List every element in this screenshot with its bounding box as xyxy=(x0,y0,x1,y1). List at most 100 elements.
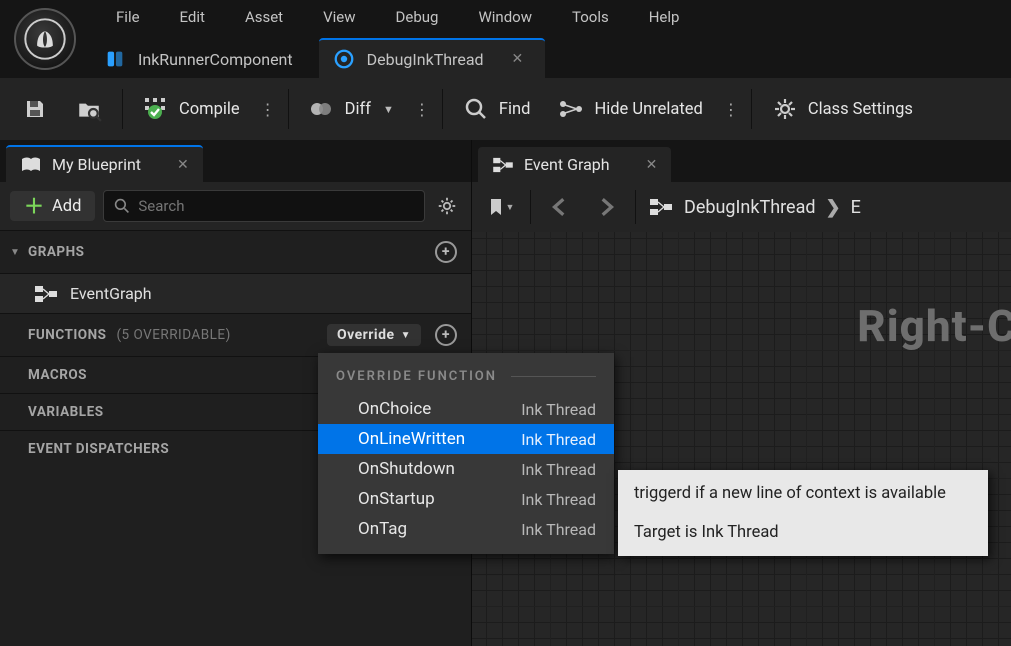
diff-button[interactable]: Diff ▼ xyxy=(295,86,408,132)
compile-button[interactable]: Compile xyxy=(129,86,254,132)
override-item-onstartup[interactable]: OnStartup Ink Thread xyxy=(318,484,614,514)
browse-icon xyxy=(76,96,102,122)
hide-unrelated-options[interactable]: ⋮ xyxy=(717,86,745,132)
diff-icon xyxy=(309,96,335,122)
close-icon[interactable]: ✕ xyxy=(512,51,524,67)
canvas-hint-text: Right-C xyxy=(857,300,1011,352)
tooltip: triggerd if a new line of context is ava… xyxy=(618,470,988,556)
override-item-label: OnStartup xyxy=(358,489,435,509)
breadcrumb: DebugInkThread ❯ E xyxy=(644,197,861,218)
eventgraph-icon xyxy=(492,157,514,173)
menu-debug[interactable]: Debug xyxy=(376,2,459,32)
separator xyxy=(442,89,443,129)
override-item-ontag[interactable]: OnTag Ink Thread xyxy=(318,514,614,544)
search-input[interactable] xyxy=(138,197,414,215)
override-item-source: Ink Thread xyxy=(521,460,596,479)
menu-asset[interactable]: Asset xyxy=(225,2,303,32)
section-functions: FUNCTIONS (5 OVERRIDABLE) Override ▼ + xyxy=(0,313,471,356)
section-header-functions[interactable]: FUNCTIONS (5 OVERRIDABLE) Override ▼ + xyxy=(0,314,471,356)
find-label: Find xyxy=(499,100,531,119)
override-item-onlinewritten[interactable]: OnLineWritten Ink Thread xyxy=(318,424,614,454)
menubar: File Edit Asset View Debug Window Tools … xyxy=(0,0,1011,78)
override-item-onshutdown[interactable]: OnShutdown Ink Thread xyxy=(318,454,614,484)
compile-icon xyxy=(143,96,169,122)
find-button[interactable]: Find xyxy=(449,86,545,132)
caret-down-icon: ▼ xyxy=(10,247,22,258)
menu-help[interactable]: Help xyxy=(629,2,700,32)
chevron-down-icon: ▼ xyxy=(383,103,394,116)
search-field[interactable] xyxy=(103,190,425,222)
override-item-source: Ink Thread xyxy=(521,490,596,509)
separator xyxy=(635,190,636,224)
document-tabs: InkRunnerComponent DebugInkThread ✕ xyxy=(90,34,1011,78)
breadcrumb-arrow-icon: ❯ xyxy=(826,197,841,218)
section-label: GRAPHS xyxy=(28,244,84,260)
search-icon xyxy=(114,198,130,214)
blueprint-class-icon xyxy=(333,48,355,70)
tab-event-graph[interactable]: Event Graph ✕ xyxy=(478,147,671,182)
breadcrumb-next[interactable]: E xyxy=(851,197,861,218)
menu-tools[interactable]: Tools xyxy=(552,2,629,32)
doc-tab-inkrunnercomponent[interactable]: InkRunnerComponent xyxy=(90,38,315,78)
section-header-graphs[interactable]: ▼ GRAPHS + xyxy=(0,231,471,273)
doc-tab-label: InkRunnerComponent xyxy=(138,50,293,69)
nav-forward-button[interactable] xyxy=(585,188,627,226)
right-panel-tabs: Event Graph ✕ xyxy=(472,140,1011,182)
panel-toolbar: ＋ Add xyxy=(0,182,471,230)
graph-item-eventgraph[interactable]: EventGraph xyxy=(0,273,471,313)
gear-icon xyxy=(772,96,798,122)
chevron-down-icon: ▼ xyxy=(401,330,411,341)
panel-settings-button[interactable] xyxy=(433,192,461,220)
add-function-button[interactable]: + xyxy=(435,324,457,346)
save-button[interactable] xyxy=(8,86,62,132)
hide-unrelated-button[interactable]: Hide Unrelated xyxy=(544,86,716,132)
menu-file[interactable]: File xyxy=(96,2,160,32)
doc-tab-debuginkthread[interactable]: DebugInkThread ✕ xyxy=(319,38,546,78)
section-suffix: (5 OVERRIDABLE) xyxy=(116,327,230,343)
eventgraph-icon xyxy=(34,285,58,303)
nav-back-button[interactable] xyxy=(539,188,581,226)
tab-label: Event Graph xyxy=(524,155,610,174)
book-icon xyxy=(20,156,42,174)
breadcrumb-root[interactable]: DebugInkThread xyxy=(684,197,816,218)
tab-my-blueprint[interactable]: My Blueprint ✕ xyxy=(6,145,203,182)
close-icon[interactable]: ✕ xyxy=(177,157,189,173)
override-item-label: OnShutdown xyxy=(358,459,455,479)
blueprint-component-icon xyxy=(104,48,126,70)
override-popup-title: OVERRIDE FUNCTION xyxy=(336,369,497,384)
diff-label: Diff xyxy=(345,100,371,119)
section-label: EVENT DISPATCHERS xyxy=(28,441,169,457)
graph-item-label: EventGraph xyxy=(70,284,152,303)
eventgraph-icon xyxy=(648,198,674,216)
bookmark-button[interactable]: ▼ xyxy=(480,188,522,226)
override-item-label: OnChoice xyxy=(358,399,431,419)
diff-options[interactable]: ⋮ xyxy=(408,86,436,132)
add-graph-button[interactable]: + xyxy=(435,241,457,263)
section-graphs: ▼ GRAPHS + EventGraph xyxy=(0,230,471,313)
override-item-onchoice[interactable]: OnChoice Ink Thread xyxy=(318,394,614,424)
class-settings-label: Class Settings xyxy=(808,100,913,119)
app-logo[interactable] xyxy=(0,0,90,78)
plus-icon: ＋ xyxy=(24,196,44,216)
override-button[interactable]: Override ▼ xyxy=(327,324,421,346)
add-button[interactable]: ＋ Add xyxy=(10,191,95,221)
separator xyxy=(122,89,123,129)
browse-button[interactable] xyxy=(62,86,116,132)
chevron-down-icon: ▼ xyxy=(506,202,515,213)
class-settings-button[interactable]: Class Settings xyxy=(758,86,927,132)
add-label: Add xyxy=(52,197,81,216)
section-label: VARIABLES xyxy=(28,404,104,420)
override-item-source: Ink Thread xyxy=(521,430,596,449)
compile-options[interactable]: ⋮ xyxy=(254,86,282,132)
tooltip-line1: triggerd if a new line of context is ava… xyxy=(634,484,972,503)
menu-edit[interactable]: Edit xyxy=(160,2,225,32)
compile-label: Compile xyxy=(179,100,240,119)
menu-window[interactable]: Window xyxy=(458,2,552,32)
graph-toolbar: ▼ DebugInkThread ❯ E xyxy=(472,182,1011,232)
save-icon xyxy=(22,96,48,122)
menu-view[interactable]: View xyxy=(303,2,375,32)
hide-unrelated-label: Hide Unrelated xyxy=(594,100,702,119)
override-label: Override xyxy=(337,327,395,343)
doc-tab-label: DebugInkThread xyxy=(367,50,484,69)
close-icon[interactable]: ✕ xyxy=(646,157,658,173)
